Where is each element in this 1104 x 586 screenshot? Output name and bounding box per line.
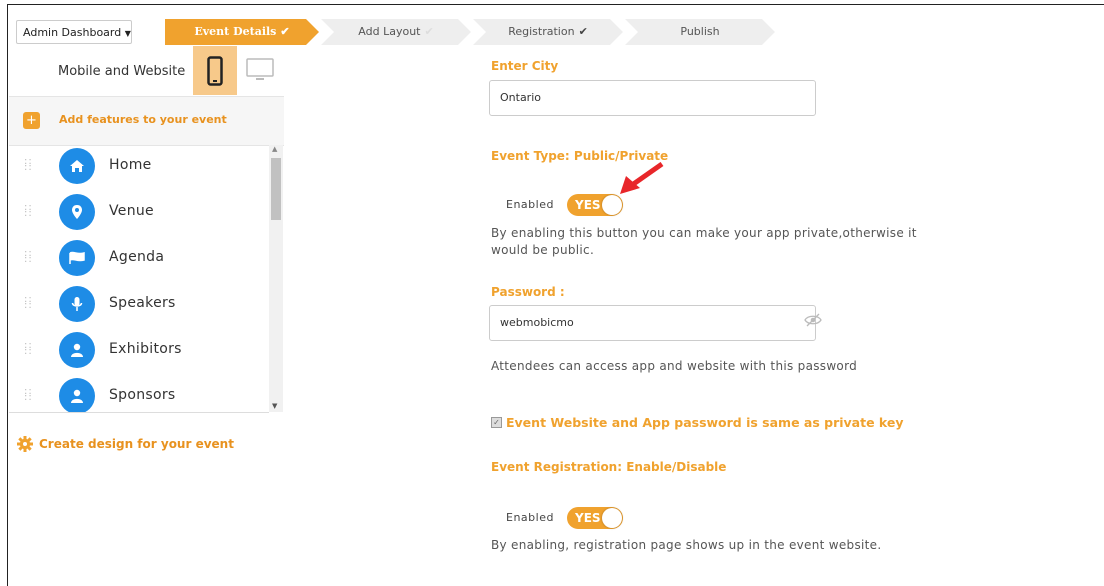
gear-icon bbox=[17, 436, 33, 452]
event-type-toggle[interactable]: YES bbox=[567, 194, 623, 216]
microphone-icon bbox=[59, 286, 95, 322]
city-label: Enter City bbox=[491, 59, 559, 73]
drag-handle-icon[interactable]: :::: bbox=[24, 387, 33, 403]
check-icon: ✔ bbox=[578, 25, 588, 38]
toggle-yes-label: YES bbox=[575, 198, 601, 212]
same-key-checkbox-row[interactable]: ✓ Event Website and App password is same… bbox=[491, 415, 904, 430]
drag-handle-icon[interactable]: :::: bbox=[24, 203, 33, 219]
admin-dashboard-dropdown[interactable]: Admin Dashboard ▼ bbox=[16, 20, 132, 44]
feature-label: Home bbox=[109, 157, 152, 173]
feature-item-home[interactable]: :::: Home bbox=[9, 145, 269, 191]
feature-item-sponsors[interactable]: :::: Sponsors bbox=[9, 375, 269, 412]
feature-label: Sponsors bbox=[109, 387, 176, 403]
registration-toggle[interactable]: YES bbox=[567, 507, 623, 529]
feature-item-agenda[interactable]: :::: Agenda bbox=[9, 237, 269, 283]
step-add-layout[interactable]: Add Layout ✔ bbox=[321, 19, 471, 45]
eye-slash-icon[interactable] bbox=[804, 313, 822, 327]
add-features-bar[interactable]: + Add features to your event bbox=[9, 96, 284, 146]
step-event-details[interactable]: Event Details ✔ bbox=[165, 19, 319, 45]
feature-item-speakers[interactable]: :::: Speakers bbox=[9, 283, 269, 329]
desktop-view-button[interactable] bbox=[246, 58, 274, 86]
flag-icon bbox=[59, 240, 95, 276]
check-icon: ✔ bbox=[280, 25, 290, 38]
step-label: Registration bbox=[508, 25, 575, 38]
feature-list: :::: Home :::: Venue :::: Agenda :::: Sp… bbox=[9, 145, 269, 413]
toggle-knob bbox=[602, 508, 622, 528]
event-type-label: Event Type: Public/Private bbox=[491, 149, 669, 163]
feature-item-exhibitors[interactable]: :::: Exhibitors bbox=[9, 329, 269, 375]
city-input[interactable]: Ontario bbox=[489, 80, 816, 116]
scrollbar-thumb[interactable] bbox=[271, 158, 281, 220]
admin-dropdown-label: Admin Dashboard bbox=[23, 26, 122, 39]
event-type-help: By enabling this button you can make you… bbox=[491, 226, 917, 257]
feature-label: Agenda bbox=[109, 249, 165, 265]
create-design-link[interactable]: Create design for your event bbox=[17, 436, 234, 452]
map-pin-icon bbox=[59, 194, 95, 230]
red-arrow-icon bbox=[620, 162, 664, 194]
scroll-down-icon[interactable]: ▼ bbox=[272, 402, 277, 410]
create-design-label: Create design for your event bbox=[39, 437, 234, 451]
drag-handle-icon[interactable]: :::: bbox=[24, 341, 33, 357]
monitor-icon bbox=[246, 58, 274, 80]
password-label: Password : bbox=[491, 285, 565, 299]
event-type-enabled-label: Enabled bbox=[506, 198, 554, 211]
feature-item-venue[interactable]: :::: Venue bbox=[9, 191, 269, 237]
mode-label: Mobile and Website bbox=[58, 64, 186, 79]
registration-label: Event Registration: Enable/Disable bbox=[491, 460, 727, 474]
user-icon bbox=[59, 378, 95, 412]
phone-icon bbox=[207, 55, 223, 86]
feature-label: Exhibitors bbox=[109, 341, 182, 357]
user-icon bbox=[59, 332, 95, 368]
password-input[interactable]: webmobicmo bbox=[489, 305, 816, 341]
mobile-view-button[interactable] bbox=[193, 46, 237, 95]
step-registration[interactable]: Registration ✔ bbox=[473, 19, 623, 45]
password-help: Attendees can access app and website wit… bbox=[491, 359, 858, 373]
checkbox-checked-icon[interactable]: ✓ bbox=[491, 417, 502, 428]
caret-down-icon: ▼ bbox=[124, 29, 131, 38]
plus-icon: + bbox=[23, 112, 40, 129]
step-publish[interactable]: Publish bbox=[625, 19, 775, 45]
wizard-steps: Event Details ✔ Add Layout ✔ Registration ✔… bbox=[165, 19, 777, 45]
feature-label: Venue bbox=[109, 203, 154, 219]
toggle-yes-label: YES bbox=[575, 511, 601, 525]
drag-handle-icon[interactable]: :::: bbox=[24, 295, 33, 311]
drag-handle-icon[interactable]: :::: bbox=[24, 157, 33, 173]
step-label: Add Layout bbox=[358, 25, 421, 38]
step-label: Event Details bbox=[194, 25, 277, 38]
add-features-label: Add features to your event bbox=[59, 113, 227, 126]
scroll-up-icon[interactable]: ▲ bbox=[272, 145, 277, 153]
same-key-label: Event Website and App password is same a… bbox=[506, 415, 904, 430]
feature-label: Speakers bbox=[109, 295, 176, 311]
step-label: Publish bbox=[680, 25, 720, 38]
drag-handle-icon[interactable]: :::: bbox=[24, 249, 33, 265]
registration-enabled-label: Enabled bbox=[506, 511, 554, 524]
check-icon: ✔ bbox=[424, 25, 434, 38]
registration-help: By enabling, registration page shows up … bbox=[491, 538, 882, 552]
toggle-knob bbox=[602, 195, 622, 215]
home-icon bbox=[59, 148, 95, 184]
